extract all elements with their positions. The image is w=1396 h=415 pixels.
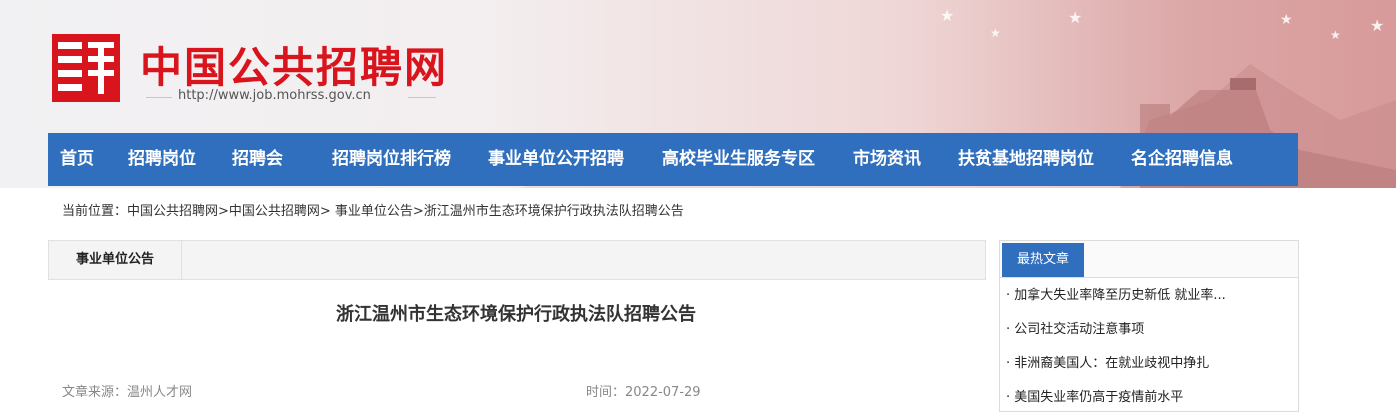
list-item[interactable]: · 公司社交活动注意事项 <box>1006 313 1290 347</box>
nav-item-market-news[interactable]: 市场资讯 <box>853 133 921 186</box>
list-item[interactable]: · 非洲裔美国人：在就业歧视中挣扎 <box>1006 347 1290 381</box>
hot-articles-panel: 最热文章 · 加拿大失业率降至历史新低 就业率... · 公司社交活动注意事项 … <box>999 240 1299 412</box>
star-icon: ★ <box>1280 12 1293 28</box>
pin-character-logo-icon[interactable] <box>52 34 120 102</box>
nav-item-top-company-jobs[interactable]: 名企招聘信息 <box>1131 133 1233 186</box>
nav-item-job-fairs[interactable]: 招聘会 <box>232 133 283 186</box>
tab-hot-articles[interactable]: 最热文章 <box>1002 243 1084 277</box>
site-url-block: http://www.job.mohrss.gov.cn <box>146 86 436 108</box>
list-item[interactable]: · 加拿大失业率降至历史新低 就业率... <box>1006 279 1290 313</box>
star-icon: ★ <box>1068 8 1083 27</box>
star-icon: ★ <box>990 26 1001 40</box>
tab-public-institution-notices[interactable]: 事业单位公告 <box>49 241 182 279</box>
main-nav: 首页 招聘岗位 招聘会 招聘岗位排行榜 事业单位公开招聘 高校毕业生服务专区 市… <box>48 133 1298 186</box>
article-time: 时间：2022-07-29 <box>586 385 701 400</box>
section-header: 事业单位公告 <box>48 240 986 280</box>
nav-item-home[interactable]: 首页 <box>60 133 94 186</box>
article-title: 浙江温州市生态环境保护行政执法队招聘公告 <box>336 304 696 325</box>
nav-item-public-institution-recruitment[interactable]: 事业单位公开招聘 <box>488 133 624 186</box>
nav-item-graduate-services[interactable]: 高校毕业生服务专区 <box>662 133 815 186</box>
site-url[interactable]: http://www.job.mohrss.gov.cn <box>178 88 371 103</box>
breadcrumb[interactable]: 当前位置：中国公共招聘网>中国公共招聘网> 事业单位公告>浙江温州市生态环境保护… <box>62 200 684 219</box>
nav-item-position-ranking[interactable]: 招聘岗位排行榜 <box>332 133 451 186</box>
divider <box>146 97 172 98</box>
nav-item-job-positions[interactable]: 招聘岗位 <box>128 133 196 186</box>
hot-articles-header: 最热文章 <box>1000 241 1298 278</box>
star-icon: ★ <box>1370 16 1385 35</box>
star-icon: ★ <box>1330 28 1341 42</box>
star-icon: ★ <box>940 6 955 25</box>
divider <box>408 97 436 98</box>
list-item[interactable]: · 美国失业率仍高于疫情前水平 <box>1006 381 1290 415</box>
article-source: 文章来源：温州人才网 <box>62 385 193 400</box>
nav-item-poverty-alleviation-positions[interactable]: 扶贫基地招聘岗位 <box>958 133 1094 186</box>
